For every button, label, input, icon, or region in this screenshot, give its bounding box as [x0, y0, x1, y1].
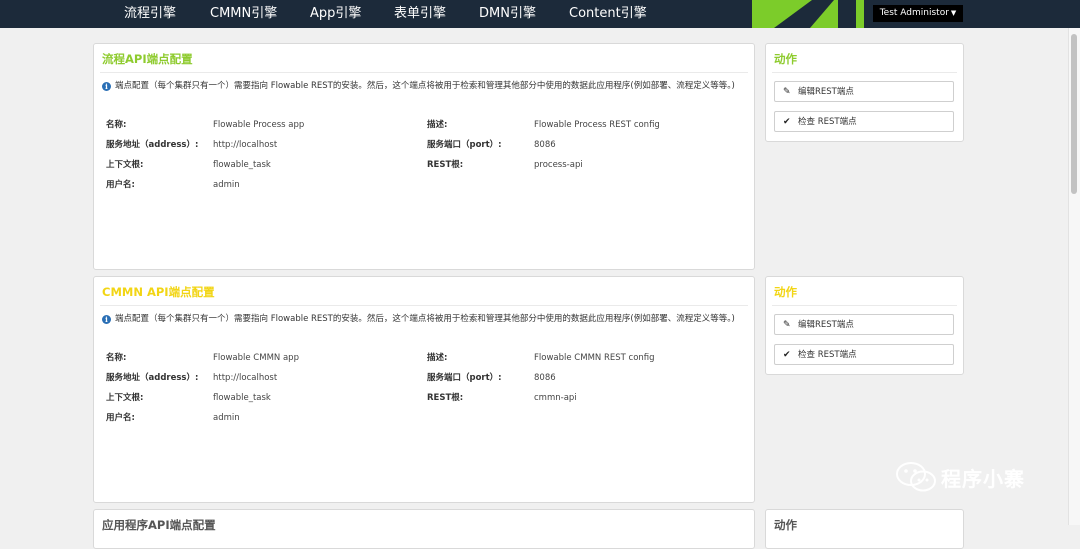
info-message: i 端点配置（每个集群只有一个）需要指向 Flowable REST的安装。然后，…	[102, 313, 740, 326]
nav-form-engine[interactable]: 表单引擎	[394, 0, 446, 28]
rest-root-value: process-api	[534, 160, 583, 170]
check-icon: ✔	[783, 350, 791, 360]
info-text: 端点配置（每个集群只有一个）需要指向 Flowable REST的安装。然后，这…	[115, 314, 735, 324]
username-value: admin	[213, 180, 240, 190]
divider	[772, 305, 957, 306]
watermark: 程序小寨	[895, 458, 1055, 498]
port-label: 服务端口（port）:	[427, 140, 502, 150]
description-label: 描述:	[427, 120, 448, 130]
check-rest-endpoint-button[interactable]: ✔ 检查 REST端点	[774, 344, 954, 365]
edit-rest-endpoint-label: 编辑REST端点	[798, 87, 854, 97]
check-rest-endpoint-label: 检查 REST端点	[798, 117, 857, 127]
watermark-text: 程序小寨	[941, 467, 1025, 491]
flowable-logo	[752, 0, 864, 28]
page-scrollbar[interactable]	[1068, 28, 1080, 525]
edit-rest-endpoint-label: 编辑REST端点	[798, 320, 854, 330]
description-label: 描述:	[427, 353, 448, 363]
context-root-label: 上下文根:	[106, 160, 144, 170]
port-value: 8086	[534, 373, 556, 383]
rest-root-value: cmmn-api	[534, 393, 577, 403]
process-api-panel: 流程API端点配置 i 端点配置（每个集群只有一个）需要指向 Flowable R…	[93, 43, 755, 270]
pencil-icon: ✎	[783, 320, 791, 330]
panel-title: 流程API端点配置	[102, 52, 193, 66]
context-root-value: flowable_task	[213, 393, 271, 403]
divider	[100, 72, 748, 73]
wechat-icon	[896, 462, 936, 492]
top-navbar: 流程引擎 CMMN引擎 App引擎 表单引擎 DMN引擎 Content引擎 T…	[0, 0, 1080, 28]
info-message: i 端点配置（每个集群只有一个）需要指向 Flowable REST的安装。然后，…	[102, 80, 740, 93]
nav-process-engine[interactable]: 流程引擎	[124, 0, 176, 28]
nav-cmmn-engine[interactable]: CMMN引擎	[210, 0, 277, 28]
nav-dmn-engine[interactable]: DMN引擎	[479, 0, 536, 28]
check-rest-endpoint-button[interactable]: ✔ 检查 REST端点	[774, 111, 954, 132]
address-value: http://localhost	[213, 140, 278, 150]
info-icon: i	[102, 315, 111, 324]
edit-rest-endpoint-button[interactable]: ✎ 编辑REST端点	[774, 81, 954, 102]
panel-title: CMMN API端点配置	[102, 285, 215, 299]
port-value: 8086	[534, 140, 556, 150]
panel-title: 应用程序API端点配置	[102, 518, 216, 532]
cmmn-api-panel: CMMN API端点配置 i 端点配置（每个集群只有一个）需要指向 Flowabl…	[93, 276, 755, 503]
app-actions-panel: 动作	[765, 509, 964, 549]
info-text: 端点配置（每个集群只有一个）需要指向 Flowable REST的安装。然后，这…	[115, 81, 735, 91]
divider	[100, 305, 748, 306]
port-label: 服务端口（port）:	[427, 373, 502, 383]
context-root-label: 上下文根:	[106, 393, 144, 403]
rest-root-label: REST根:	[427, 160, 464, 170]
nav-content-engine[interactable]: Content引擎	[569, 0, 647, 28]
name-value: Flowable Process app	[213, 120, 305, 130]
rest-root-label: REST根:	[427, 393, 464, 403]
scroll-thumb[interactable]	[1071, 34, 1077, 194]
username-value: admin	[213, 413, 240, 423]
nav-app-engine[interactable]: App引擎	[310, 0, 361, 28]
description-value: Flowable CMMN REST config	[534, 353, 655, 363]
context-root-value: flowable_task	[213, 160, 271, 170]
actions-title: 动作	[774, 285, 797, 299]
user-name: Test Administor	[879, 8, 949, 18]
edit-rest-endpoint-button[interactable]: ✎ 编辑REST端点	[774, 314, 954, 335]
username-label: 用户名:	[106, 413, 135, 423]
check-icon: ✔	[783, 117, 791, 127]
actions-title: 动作	[774, 52, 797, 66]
name-label: 名称:	[106, 353, 127, 363]
address-value: http://localhost	[213, 373, 278, 383]
caret-down-icon: ▼	[950, 9, 957, 17]
check-rest-endpoint-label: 检查 REST端点	[798, 350, 857, 360]
address-label: 服务地址（address）:	[106, 140, 199, 150]
address-label: 服务地址（address）:	[106, 373, 199, 383]
actions-title: 动作	[774, 518, 797, 532]
pencil-icon: ✎	[783, 87, 791, 97]
info-icon: i	[102, 82, 111, 91]
name-label: 名称:	[106, 120, 127, 130]
username-label: 用户名:	[106, 180, 135, 190]
user-menu-dropdown[interactable]: Test Administor ▼	[873, 5, 963, 22]
description-value: Flowable Process REST config	[534, 120, 660, 130]
name-value: Flowable CMMN app	[213, 353, 299, 363]
app-api-panel: 应用程序API端点配置	[93, 509, 755, 549]
cmmn-actions-panel: 动作 ✎ 编辑REST端点 ✔ 检查 REST端点	[765, 276, 964, 375]
divider	[772, 72, 957, 73]
process-actions-panel: 动作 ✎ 编辑REST端点 ✔ 检查 REST端点	[765, 43, 964, 142]
